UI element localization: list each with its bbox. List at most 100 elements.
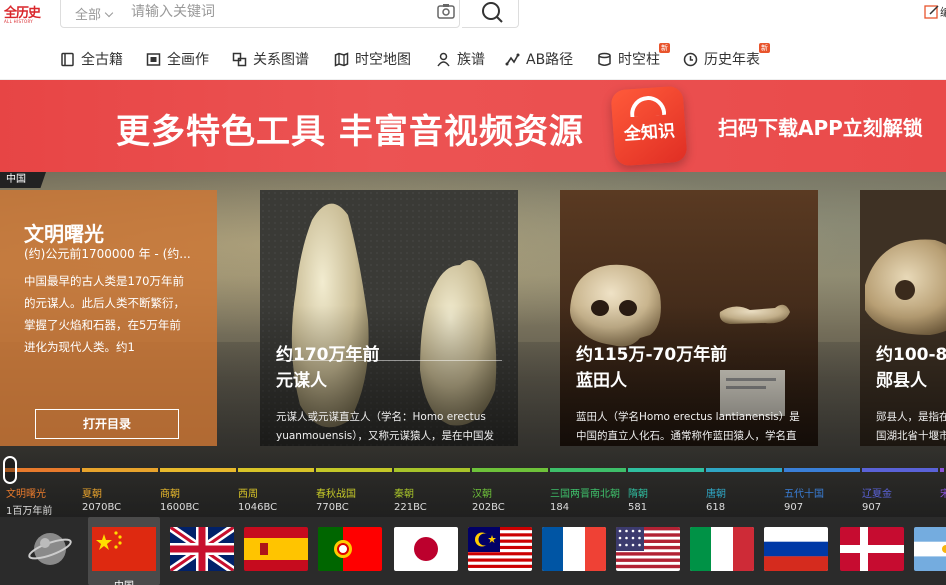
- person-icon: [437, 52, 450, 66]
- painting-icon: [146, 52, 161, 66]
- open-catalog-button[interactable]: 打开目录: [35, 409, 179, 439]
- russia-flag-icon: [764, 527, 828, 571]
- event-card[interactable]: 约100-80万 郧县人 郧县人，是指在中国湖北省十堰市郧阳区（原郧县发现的古人…: [860, 190, 946, 446]
- timeline-year-label: 770BC: [316, 502, 349, 513]
- nav-label: 时空地图: [355, 52, 411, 68]
- timeline-period-label[interactable]: 汉朝: [472, 485, 492, 500]
- timeline-period-label[interactable]: 辽夏金: [862, 485, 892, 500]
- timeline-period-label[interactable]: 西周: [238, 485, 258, 500]
- timeline-year-label: 1600BC: [160, 502, 200, 513]
- camera-icon[interactable]: [437, 3, 455, 19]
- timeline-period-label[interactable]: 宋: [940, 485, 946, 500]
- timeline-period-label[interactable]: 春秋战国: [316, 485, 356, 500]
- era-date: (约)公元前1700000 年 - (约...: [24, 247, 191, 261]
- timeline-year-label: 184: [550, 502, 570, 513]
- timeline-segment: [238, 468, 314, 472]
- timeline-year-label: 907: [784, 502, 804, 513]
- usa-flag-icon: [616, 527, 680, 571]
- france-flag-icon: [542, 527, 606, 571]
- chevron-down-icon: [104, 8, 114, 18]
- search-scope-label: 全部: [75, 8, 102, 23]
- nav-label: 历史年表新: [704, 43, 770, 69]
- nav-item-chronology[interactable]: 历史年表新: [683, 43, 770, 69]
- app-logo-ring: [628, 94, 667, 118]
- card-title: 蓝田人: [576, 371, 627, 391]
- map-icon: [334, 51, 349, 67]
- era-description: 中国最早的古人类是170万年前的元谋人。此后人类不断繁衍，掌握了火焰和石器，在5…: [24, 274, 185, 354]
- country-tab-ru[interactable]: 俄罗斯: [764, 527, 828, 571]
- nav-item-genealogy[interactable]: 族谱: [436, 49, 485, 69]
- country-tab-it[interactable]: 意大利: [690, 527, 754, 571]
- timeline-period-label[interactable]: 唐朝: [706, 485, 726, 500]
- card-description: 郧县人，是指在中国湖北省十堰市郧阳区（原郧县发现的古人类: [876, 411, 946, 442]
- timeline-period-label[interactable]: 秦朝: [394, 485, 414, 500]
- country-tab-dk[interactable]: 丹麦: [840, 527, 904, 571]
- timeline-period-label[interactable]: 文明曙光: [6, 485, 46, 500]
- country-tab-cn[interactable]: 中国: [88, 517, 160, 585]
- era-intro-card: 文明曙光 (约)公元前1700000 年 - (约... 中国最早的古人类是17…: [0, 190, 217, 446]
- malaysia-flag-icon: [468, 527, 532, 571]
- timeline-year-label: 2070BC: [82, 502, 122, 513]
- argentina-flag-icon: [914, 527, 946, 571]
- country-tab-us[interactable]: 美国: [616, 527, 680, 571]
- timeline-period-label[interactable]: 夏朝: [82, 485, 102, 500]
- graph-icon: [232, 52, 247, 66]
- edit-label[interactable]: 编: [940, 4, 946, 20]
- timeline-period-label[interactable]: 五代十国: [784, 485, 824, 500]
- timeline-segment: [706, 468, 782, 472]
- china-flag-icon: [92, 527, 156, 571]
- country-tab-my[interactable]: 马来西亚: [468, 527, 532, 571]
- nav-item-paintings[interactable]: 全画作: [146, 49, 209, 69]
- site-logo[interactable]: 全历史 ALL HISTORY: [4, 2, 44, 24]
- nav-item-space-time-map[interactable]: 时空地图: [334, 49, 411, 69]
- timeline-year-label: 221BC: [394, 502, 427, 513]
- country-tab-es[interactable]: 西班牙: [244, 527, 308, 571]
- region-tag: 中国: [0, 172, 46, 188]
- card-title: 郧县人: [876, 371, 927, 391]
- card-date: 约115万-70万年前: [576, 345, 728, 365]
- search-scope-dropdown[interactable]: 全部: [75, 4, 114, 23]
- timeline-segment: [394, 468, 470, 472]
- clock-icon: [683, 52, 698, 66]
- app-promo-banner[interactable]: 更多特色工具 丰富音视频资源 全知识 扫码下载APP立刻解锁: [0, 80, 946, 172]
- country-tab-pt[interactable]: 葡萄牙: [318, 527, 382, 571]
- country-label: 中国: [88, 577, 160, 585]
- timeline-year-label: 202BC: [472, 502, 505, 513]
- nav-item-ab-path[interactable]: AB路径: [505, 49, 573, 69]
- timeline-period-label[interactable]: 三国两晋南北朝: [550, 485, 620, 500]
- country-selector: 全时间轴中国 英国西班牙葡萄牙日本马来西亚法国美国意大利俄罗斯丹麦阿根廷: [0, 517, 946, 585]
- country-tab-ar[interactable]: 阿根廷: [914, 527, 946, 571]
- tool-nav: 全古籍 全画作 关系图谱 时空地图 族谱 AB路径 时空柱新 历史年表新: [0, 36, 946, 80]
- nav-item-relation-graph[interactable]: 关系图谱: [232, 49, 309, 69]
- timeline-segment: [550, 468, 626, 472]
- event-card[interactable]: 约170万年前 元谋人 元谋人或元谋直立人（学名：Homo erectus yu…: [260, 190, 518, 446]
- timeline-segment: [472, 468, 548, 472]
- edit-icon[interactable]: [924, 4, 940, 20]
- timeline-segment: [940, 468, 944, 472]
- timeline-year-label: 1百万年前: [6, 506, 53, 517]
- nav-item-ancient-books[interactable]: 全古籍: [60, 49, 123, 69]
- era-timeline[interactable]: 文明曙光 1百万年前 夏朝 2070BC 商朝 1600BC 西周 1046BC 春秋战国 770…: [0, 456, 946, 517]
- search-button[interactable]: [462, 0, 519, 28]
- timeline-year-label: 1046BC: [238, 502, 278, 513]
- nav-item-space-time-pillar[interactable]: 时空柱新: [597, 43, 670, 69]
- timeline-track: [0, 468, 946, 472]
- portugal-flag-icon: [318, 527, 382, 571]
- book-icon: [61, 52, 74, 66]
- country-tab-uk[interactable]: 英国: [170, 527, 234, 571]
- timeline-handle[interactable]: [3, 456, 17, 484]
- timeline-segment: [160, 468, 236, 472]
- spain-flag-icon: [244, 527, 308, 571]
- banner-headline: 更多特色工具 丰富音视频资源: [116, 112, 584, 152]
- app-logo: 全知识: [610, 85, 688, 167]
- timeline-period-label[interactable]: 隋朝: [628, 485, 648, 500]
- nav-label: 族谱: [457, 52, 485, 68]
- country-tab-globe[interactable]: 全时间轴: [18, 527, 82, 571]
- country-tab-fr[interactable]: 法国: [542, 527, 606, 571]
- event-card[interactable]: 约115万-70万年前 蓝田人 蓝田人（学名Homo erectus lanti…: [560, 190, 818, 446]
- country-tab-jp[interactable]: 日本: [394, 527, 458, 571]
- card-divider: [276, 360, 502, 361]
- timeline-period-label[interactable]: 商朝: [160, 485, 180, 500]
- japan-flag-icon: [394, 527, 458, 571]
- search-input[interactable]: [131, 1, 431, 23]
